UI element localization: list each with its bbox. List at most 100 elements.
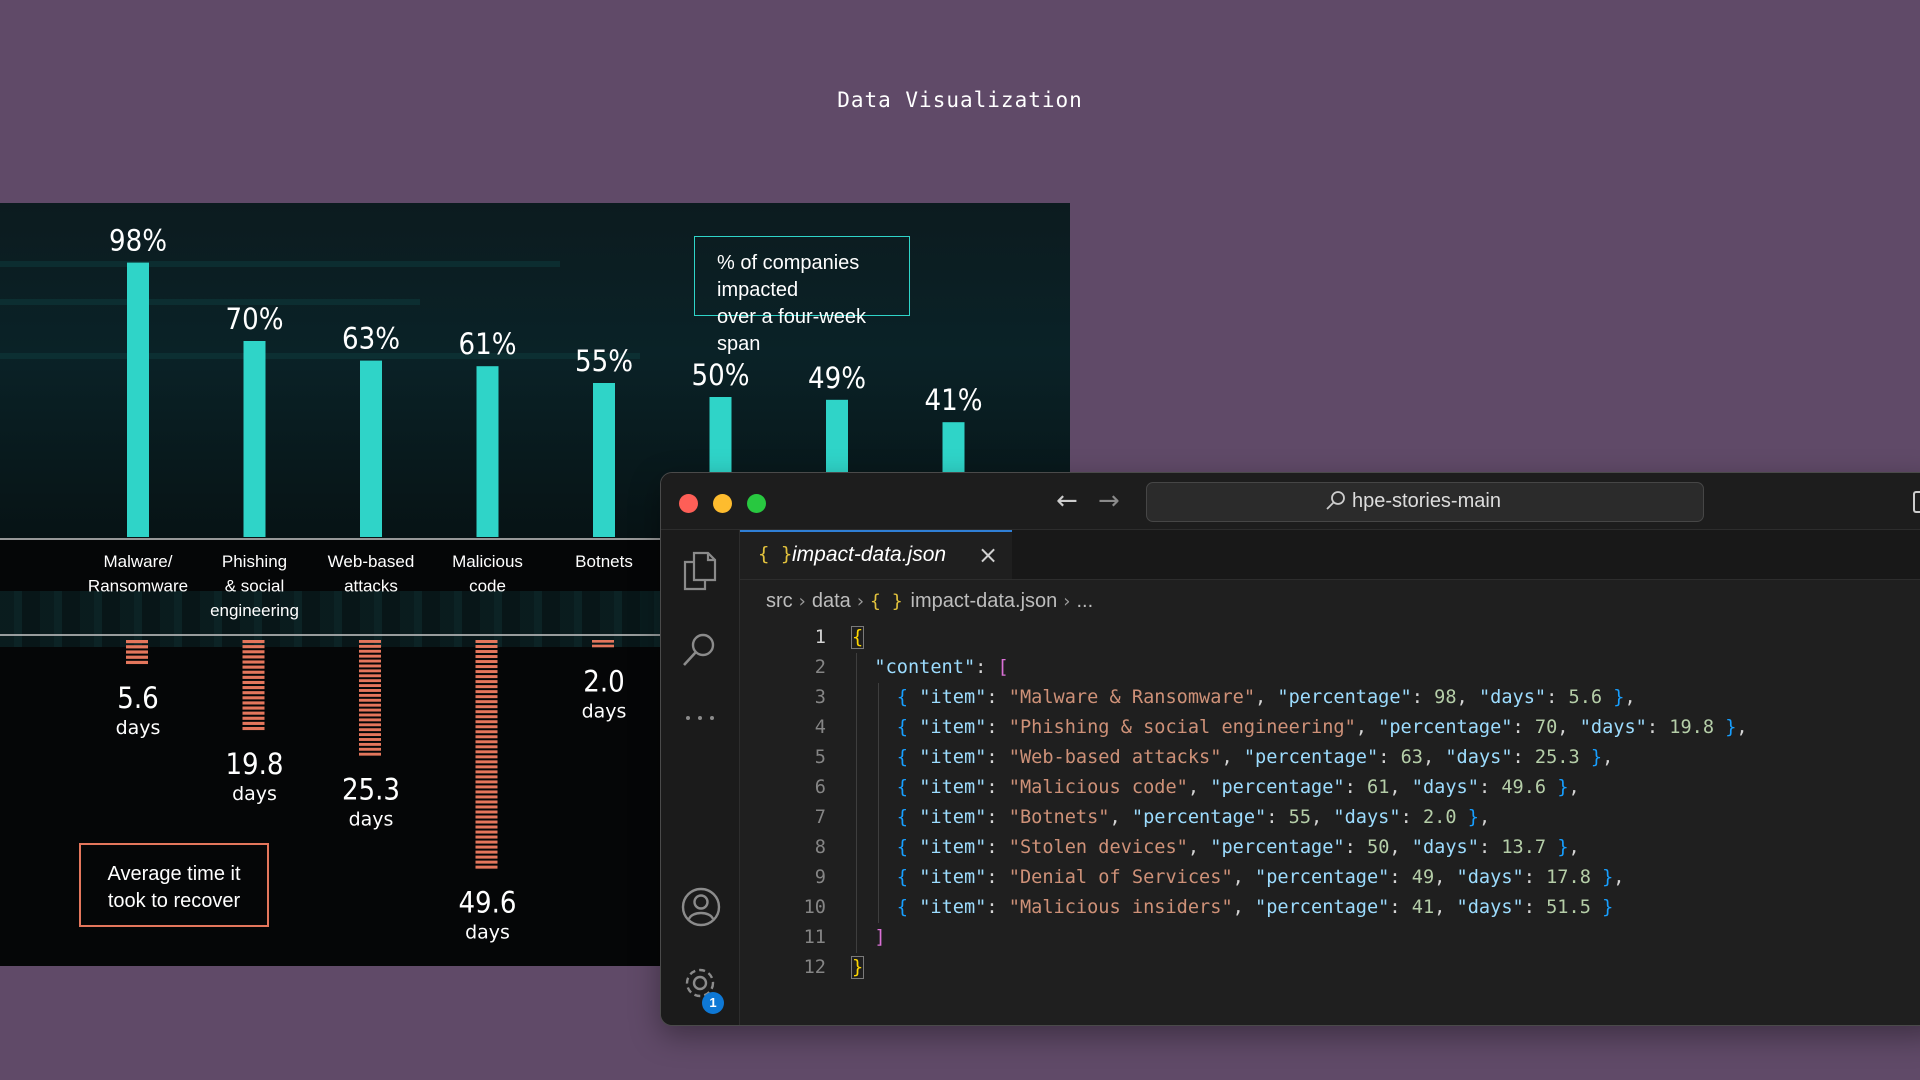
code-token: :	[986, 807, 1009, 828]
code-line[interactable]: 8 { "item": "Stolen devices", "percentage…	[740, 833, 1920, 863]
breadcrumb-src[interactable]: src	[766, 590, 793, 613]
code-line[interactable]: 11]	[740, 923, 1920, 953]
recovery-days-segment	[475, 835, 498, 839]
recovery-days-segment	[475, 715, 498, 719]
code-line[interactable]: 4 { "item": "Phishing & social engineerin…	[740, 713, 1920, 743]
recovery-days-segment	[242, 721, 265, 725]
percentage-label: 70%	[226, 302, 284, 336]
code-token: "item"	[919, 837, 987, 858]
percentage-bar	[476, 366, 499, 537]
code-token: {	[896, 837, 920, 858]
code-token: }	[1714, 717, 1737, 738]
code-token: ,	[1232, 897, 1256, 918]
maximize-window-button[interactable]	[747, 494, 766, 513]
command-center-search[interactable]: hpe-stories-main	[1146, 482, 1704, 522]
recovery-days-segment	[359, 674, 381, 678]
code-line[interactable]: 6 { "item": "Malicious code", "percentage…	[740, 773, 1920, 803]
account-icon[interactable]	[680, 885, 722, 929]
code-text: { "item": "Malicious insiders", "percent…	[897, 893, 1613, 923]
indent-guide	[878, 683, 880, 923]
breadcrumb-file[interactable]: impact-data.json	[911, 590, 1058, 613]
recovery-days-segment	[475, 740, 498, 744]
close-tab-icon[interactable]: ×	[978, 541, 998, 569]
code-token: :	[986, 837, 1009, 858]
recovery-days-segment	[242, 645, 265, 649]
breadcrumb: src › data › { } impact-data.json › ...	[766, 587, 1093, 615]
recovery-days-segment	[359, 728, 381, 732]
recovery-days-segment	[475, 730, 498, 734]
minimize-window-button[interactable]	[713, 494, 732, 513]
code-token: ,	[1187, 837, 1211, 858]
recovery-days-segment	[359, 640, 381, 643]
recovery-days-segment	[475, 745, 498, 749]
forward-arrow-icon[interactable]: →	[1098, 486, 1120, 516]
recovery-days-segment	[126, 640, 148, 644]
percentage-label: 98%	[109, 224, 167, 258]
code-token: :	[1344, 777, 1367, 798]
line-number: 9	[814, 867, 826, 888]
recovery-days-segment	[592, 640, 614, 643]
recovery-days-segment	[242, 696, 265, 700]
recovery-days-segment	[242, 686, 265, 690]
recovery-days-segment	[475, 675, 498, 679]
recovery-days-segment	[242, 701, 265, 705]
code-token: "percentage"	[1277, 687, 1412, 708]
code-token: {	[896, 717, 920, 738]
layout-toggle-icon[interactable]	[1913, 491, 1920, 513]
recovery-days-segment	[359, 703, 381, 707]
code-token: 2.0	[1422, 807, 1457, 828]
recovery-days-segment	[242, 665, 265, 669]
recovery-days-segment	[359, 747, 381, 751]
code-token: {	[896, 747, 920, 768]
code-line[interactable]: 2 "content": [	[740, 653, 1920, 683]
code-token: :	[986, 897, 1009, 918]
recovery-days-segment	[475, 820, 498, 824]
percentage-label: 63%	[342, 322, 400, 356]
chevron-right-icon: ›	[1063, 590, 1071, 612]
code-token: "days"	[1579, 717, 1647, 738]
recovery-days-segment	[242, 711, 265, 715]
recovery-days-segment	[359, 659, 381, 663]
search-icon[interactable]	[680, 630, 720, 672]
code-token: :	[1512, 747, 1535, 768]
code-token: "percentage"	[1255, 867, 1390, 888]
percentage-label: 55%	[575, 344, 633, 378]
code-text: { "item": "Malicious code", "percentage"…	[897, 773, 1580, 803]
breadcrumb-data[interactable]: data	[812, 590, 851, 613]
code-line[interactable]: 9 { "item": "Denial of Services", "percen…	[740, 863, 1920, 893]
code-line[interactable]: 12}	[740, 953, 1920, 983]
code-line[interactable]: 1{	[740, 623, 1920, 653]
code-token: ,	[1434, 897, 1457, 918]
code-line[interactable]: 5 { "item": "Web-based attacks", "percent…	[740, 743, 1920, 773]
code-token: "item"	[919, 777, 987, 798]
code-line[interactable]: 3 { "item": "Malware & Ransomware", "perc…	[740, 683, 1920, 713]
code-line[interactable]: 7 { "item": "Botnets", "percentage": 55, …	[740, 803, 1920, 833]
tab-impact-data-json[interactable]: { } impact-data.json ×	[740, 530, 1012, 579]
code-token: "item"	[919, 807, 987, 828]
code-text: { "item": "Malware & Ransomware", "perce…	[897, 683, 1636, 713]
more-actions-icon[interactable]	[680, 708, 720, 728]
recovery-days-segment	[475, 750, 498, 754]
percentage-bar	[360, 360, 382, 537]
recovery-days-segment	[475, 645, 498, 649]
recovery-days-segment	[359, 644, 381, 648]
code-line[interactable]: 10 { "item": "Malicious insiders", "perce…	[740, 893, 1920, 923]
recovery-days-segment	[359, 689, 381, 692]
code-token: ]	[874, 927, 886, 948]
code-token: 17.8	[1546, 867, 1591, 888]
code-text: { "item": "Stolen devices", "percentage"…	[897, 833, 1580, 863]
code-token: :	[1400, 807, 1423, 828]
code-token: ,	[1624, 687, 1636, 708]
code-token: 70	[1534, 717, 1558, 738]
recovery-days-value: 2.0	[583, 664, 624, 698]
code-token: "Denial of Services"	[1008, 867, 1233, 888]
breadcrumb-symbols[interactable]: ...	[1076, 590, 1093, 613]
recovery-days-segment	[475, 765, 498, 769]
explorer-icon[interactable]	[680, 550, 720, 592]
code-editor-window: ← → hpe-stories-main 1 { } impact-data.j…	[660, 472, 1920, 1026]
close-window-button[interactable]	[679, 494, 698, 513]
chevron-right-icon: ›	[798, 590, 806, 612]
line-number: 1	[814, 627, 826, 648]
title-bar: ← → hpe-stories-main	[661, 473, 1920, 530]
back-arrow-icon[interactable]: ←	[1056, 486, 1078, 516]
